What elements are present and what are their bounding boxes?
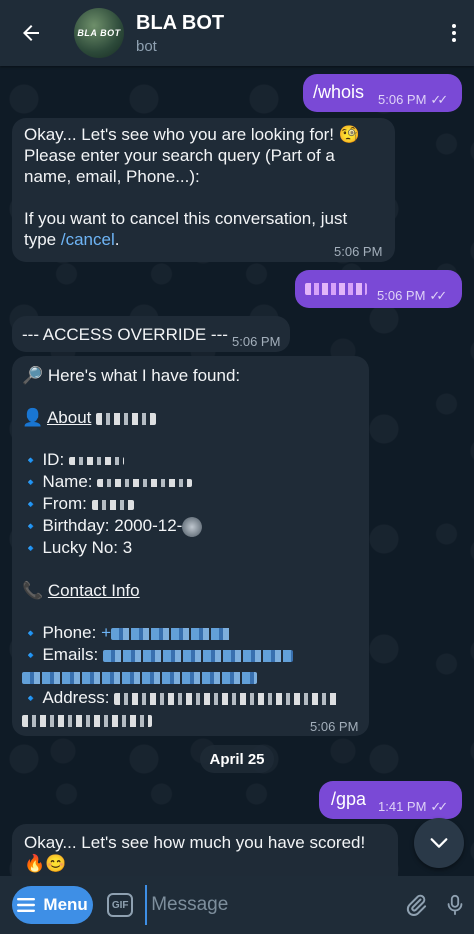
redacted-email-2[interactable] bbox=[22, 671, 257, 684]
diamond-icon: 🔹 bbox=[22, 540, 40, 556]
message-time: 5:06 PM bbox=[334, 244, 383, 259]
incoming-message-result[interactable]: 🔎 Here's what I have found: 👤 About 🔹 ID:… bbox=[12, 356, 369, 736]
message-time: 5:06 PM bbox=[377, 288, 426, 303]
diamond-icon: 🔹 bbox=[22, 518, 40, 534]
read-checkmarks-icon: ✓✓ bbox=[430, 92, 448, 107]
gif-label: GIF bbox=[111, 899, 129, 911]
microphone-icon[interactable] bbox=[435, 876, 474, 934]
date-divider: April 25 bbox=[200, 745, 274, 773]
lucky-label: Lucky No: bbox=[42, 538, 119, 557]
redacted-query-text bbox=[305, 283, 367, 295]
diamond-icon: 🔹 bbox=[22, 647, 40, 663]
emails-label: Emails: bbox=[42, 645, 99, 664]
read-checkmarks-icon: ✓✓ bbox=[430, 799, 448, 814]
incoming-message-prompt[interactable]: Okay... Let's see who you are looking fo… bbox=[12, 118, 395, 262]
phone-label: Phone: bbox=[42, 623, 97, 642]
diamond-icon: 🔹 bbox=[22, 452, 40, 468]
message-time: 1:41 PM bbox=[378, 799, 427, 814]
outgoing-message-whois[interactable]: /whois 5:06 PM ✓✓ bbox=[303, 74, 462, 112]
birthday-label: Birthday: bbox=[42, 516, 110, 535]
back-arrow-icon[interactable] bbox=[0, 0, 62, 66]
chat-title: BLA BOT bbox=[136, 11, 225, 34]
redacted-location bbox=[91, 499, 134, 510]
contact-heading: Contact Info bbox=[47, 581, 140, 600]
menu-label: Menu bbox=[43, 895, 88, 914]
menu-icon bbox=[17, 898, 36, 912]
cancel-command-link[interactable]: /cancel bbox=[61, 230, 115, 249]
redacted-address bbox=[114, 692, 340, 705]
lucky-value: 3 bbox=[122, 538, 133, 557]
address-label: Address: bbox=[42, 688, 110, 707]
bot-avatar[interactable]: BLA BOT bbox=[74, 8, 124, 58]
birthday-value: 2000-12- bbox=[114, 516, 183, 535]
bot-menu-button[interactable]: Menu bbox=[12, 886, 94, 924]
message-line: Please enter your search query (Part of … bbox=[24, 146, 335, 165]
redacted-name bbox=[96, 412, 157, 425]
avatar-text: BLA BOT bbox=[77, 28, 121, 38]
message-line: Okay... Let's see how much you have scor… bbox=[24, 833, 366, 852]
message-line: If you want to cancel this conversation,… bbox=[24, 209, 348, 228]
chat-subtitle: bot bbox=[136, 37, 157, 55]
chat-title-area[interactable]: BLA BOT bot bbox=[136, 12, 434, 55]
message-input-bar: Menu GIF bbox=[0, 876, 474, 934]
redacted-address-2 bbox=[22, 714, 152, 727]
diamond-icon: 🔹 bbox=[22, 625, 40, 641]
id-label: ID: bbox=[42, 450, 65, 469]
read-checkmarks-icon: ✓✓ bbox=[429, 288, 447, 303]
outgoing-message-gpa[interactable]: /gpa 1:41 PM ✓✓ bbox=[319, 781, 462, 819]
message-time: 5:06 PM bbox=[310, 719, 359, 734]
from-label: From: bbox=[42, 494, 87, 513]
chevron-down-icon bbox=[430, 838, 448, 848]
message-time: 5:06 PM bbox=[378, 92, 427, 107]
phone-link[interactable]: + bbox=[101, 623, 111, 642]
attach-paperclip-icon[interactable] bbox=[396, 876, 435, 934]
message-input[interactable] bbox=[145, 885, 397, 925]
message-text: --- ACCESS OVERRIDE --- bbox=[22, 325, 228, 344]
diamond-icon: 🔹 bbox=[22, 496, 40, 512]
redacted-fullname bbox=[97, 478, 193, 487]
message-text: /whois bbox=[313, 82, 365, 102]
more-options-icon[interactable] bbox=[434, 0, 474, 66]
message-line: name, email, Phone...): bbox=[24, 167, 200, 186]
message-text: /gpa bbox=[331, 789, 367, 809]
gif-button[interactable]: GIF bbox=[107, 893, 134, 917]
found-heading: 🔎 Here's what I have found: bbox=[22, 366, 241, 385]
about-heading: About bbox=[46, 408, 92, 427]
message-time: 5:06 PM bbox=[232, 334, 281, 349]
redacted-email[interactable] bbox=[102, 649, 293, 662]
redacted-birthday-day bbox=[182, 516, 203, 537]
incoming-message-override[interactable]: --- ACCESS OVERRIDE --- 5:06 PM bbox=[12, 316, 290, 352]
redacted-id bbox=[68, 456, 124, 465]
diamond-icon: 🔹 bbox=[22, 690, 40, 706]
outgoing-message-query[interactable]: 5:06 PM ✓✓ bbox=[295, 270, 462, 308]
incoming-message-score[interactable]: Okay... Let's see how much you have scor… bbox=[12, 824, 398, 884]
person-icon: 👤 bbox=[22, 408, 44, 427]
message-line: Okay... Let's see who you are looking fo… bbox=[24, 125, 360, 144]
message-text: type bbox=[24, 230, 61, 249]
message-text: . bbox=[114, 230, 120, 249]
message-line: 🔥😊 bbox=[24, 854, 67, 873]
diamond-icon: 🔹 bbox=[22, 474, 40, 490]
phone-icon: 📞 bbox=[22, 581, 44, 600]
scroll-to-bottom-button[interactable] bbox=[414, 818, 464, 868]
redacted-phone[interactable] bbox=[111, 627, 231, 640]
chat-header: BLA BOT BLA BOT bot bbox=[0, 0, 474, 66]
name-label: Name: bbox=[42, 472, 93, 491]
